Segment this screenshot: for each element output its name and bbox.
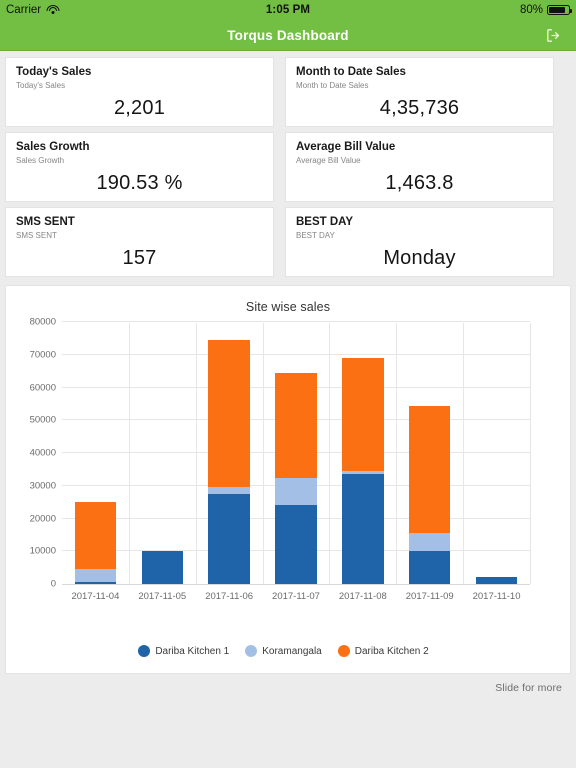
chart-title: Site wise sales bbox=[245, 300, 331, 314]
kpi-card-value: 190.53 % bbox=[96, 172, 183, 194]
kpi-card-title: Sales Growth bbox=[16, 141, 90, 153]
chart-y-tick-label: 0 bbox=[50, 578, 56, 590]
status-bar-right: 80% bbox=[519, 4, 572, 16]
kpi-card-subtitle: Sales Growth bbox=[16, 156, 65, 165]
chart-bar-segment bbox=[208, 493, 250, 584]
kpi-card-value: 2,201 bbox=[113, 97, 166, 119]
page-title: Torqus Dashboard bbox=[227, 27, 349, 43]
chart-bar-segment bbox=[208, 340, 250, 488]
chart-y-tick-label: 20000 bbox=[29, 513, 56, 524]
status-bar: Carrier 1:05 PM 80% bbox=[0, 0, 576, 20]
chart-bar-segment bbox=[74, 569, 117, 582]
chart-y-tick-label: 70000 bbox=[29, 349, 56, 361]
kpi-card-title: Today's Sales bbox=[16, 66, 92, 78]
chart-bar[interactable] bbox=[208, 323, 250, 584]
chart-legend-label: Dariba Kitchen 2 bbox=[354, 645, 429, 657]
chart-bar[interactable] bbox=[342, 323, 384, 584]
chart-bar[interactable] bbox=[275, 323, 317, 584]
kpi-card-subtitle: Month to Date Sales bbox=[296, 81, 369, 90]
battery-percent-label: 80% bbox=[519, 4, 543, 16]
chart-bar-segment bbox=[342, 358, 384, 472]
chart-bar[interactable] bbox=[74, 323, 117, 584]
status-bar-left: Carrier bbox=[6, 4, 60, 16]
chart-y-tick-label: 60000 bbox=[29, 382, 56, 393]
chart-bar-segment bbox=[275, 504, 317, 584]
navigation-bar: Torqus Dashboard bbox=[0, 20, 576, 51]
chart-bar[interactable] bbox=[475, 323, 518, 584]
kpi-card-subtitle: Today's Sales bbox=[16, 81, 66, 90]
kpi-card-grid: Today's Sales Today's Sales 2,201 Month to … bbox=[0, 51, 576, 276]
chart-vertical-gridline bbox=[329, 323, 331, 584]
logout-icon[interactable] bbox=[542, 24, 564, 46]
kpi-card-title: BEST DAY bbox=[296, 216, 354, 228]
chart-vertical-gridline bbox=[195, 323, 197, 584]
kpi-card-value: 4,35,736 bbox=[379, 97, 460, 119]
chart-canvas: 0 10000 20000 30000 40000 50000 60000 70000 8000… bbox=[30, 317, 531, 602]
kpi-card-subtitle: Average Bill Value bbox=[296, 156, 361, 165]
kpi-card-title: Month to Date Sales bbox=[296, 66, 406, 78]
chart-legend-item[interactable]: Dariba Kitchen 2 bbox=[337, 645, 429, 657]
kpi-card-title: SMS SENT bbox=[16, 216, 75, 228]
chart-legend-swatch bbox=[245, 645, 258, 657]
chart-vertical-gridline bbox=[128, 323, 130, 584]
kpi-card: SMS SENT SMS SENT 157 bbox=[6, 208, 273, 276]
kpi-card: Today's Sales Today's Sales 2,201 bbox=[6, 58, 273, 126]
chart-bar-segment bbox=[342, 474, 384, 584]
chart-vertical-gridline bbox=[396, 323, 398, 584]
chart-vertical-gridline bbox=[262, 323, 264, 584]
chart-bar-segment bbox=[408, 551, 451, 584]
chart-legend-label: Koramangala bbox=[262, 645, 322, 657]
chart-plot-area: 0 10000 20000 30000 40000 50000 60000 70000 8000… bbox=[30, 317, 531, 613]
kpi-card-value: Monday bbox=[383, 247, 456, 269]
wifi-icon bbox=[46, 4, 60, 16]
chart-bar-segment bbox=[74, 502, 117, 570]
chart-gridline bbox=[62, 321, 530, 322]
kpi-card: Sales Growth Sales Growth 190.53 % bbox=[6, 133, 273, 201]
chart-bar-segment bbox=[275, 478, 317, 505]
chart-y-tick-label: 80000 bbox=[29, 316, 56, 328]
kpi-card-value: 1,463.8 bbox=[385, 172, 454, 194]
chart-vertical-gridline bbox=[463, 323, 465, 584]
chart-bar-segment bbox=[275, 372, 317, 479]
chart-legend: Dariba Kitchen 1 Koramangala Dariba Kitche… bbox=[6, 645, 570, 657]
chart-panel: Site wise sales 0 10000 20000 30000 40000 500… bbox=[6, 286, 570, 673]
chart-x-tick-label: 2017-11-10 bbox=[472, 591, 521, 602]
carrier-label: Carrier bbox=[6, 4, 42, 16]
kpi-card-title: Average Bill Value bbox=[296, 141, 396, 153]
kpi-card-subtitle: SMS SENT bbox=[16, 231, 57, 240]
chart-bar[interactable] bbox=[141, 323, 183, 584]
chart-bar-segment bbox=[408, 533, 451, 552]
chart-y-tick-label: 10000 bbox=[29, 545, 56, 557]
kpi-card: Average Bill Value Average Bill Value 1,46… bbox=[286, 133, 553, 201]
chart-y-tick-label: 40000 bbox=[29, 447, 56, 459]
kpi-card-subtitle: BEST DAY bbox=[296, 231, 335, 240]
chart-y-tick-label: 50000 bbox=[29, 414, 56, 426]
chart-bar-segment bbox=[141, 551, 183, 584]
chart-bar-segment bbox=[408, 405, 451, 534]
chart-bar-segment bbox=[475, 577, 518, 584]
status-bar-time: 1:05 PM bbox=[265, 4, 311, 16]
battery-icon bbox=[547, 4, 572, 16]
chart-legend-swatch bbox=[337, 645, 350, 657]
chart-legend-swatch bbox=[138, 645, 151, 657]
logout-glyph bbox=[546, 28, 559, 42]
slide-for-more-hint: Slide for more bbox=[495, 682, 562, 694]
chart-legend-item[interactable]: Koramangala bbox=[245, 645, 322, 657]
chart-vertical-gridline bbox=[530, 323, 531, 584]
chart-y-tick-label: 30000 bbox=[29, 480, 56, 492]
chart-legend-label: Dariba Kitchen 1 bbox=[155, 645, 230, 657]
chart-legend-item[interactable]: Dariba Kitchen 1 bbox=[138, 645, 229, 657]
kpi-card: BEST DAY BEST DAY Monday bbox=[286, 208, 553, 276]
chart-bar-segment bbox=[74, 581, 117, 584]
kpi-card-value: 157 bbox=[122, 247, 157, 269]
kpi-card: Month to Date Sales Month to Date Sales 4,… bbox=[286, 58, 553, 126]
chart-bar[interactable] bbox=[408, 323, 451, 584]
